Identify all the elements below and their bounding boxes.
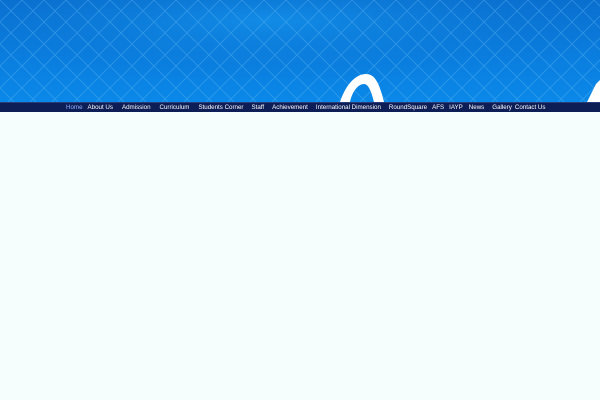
- nav-about-us[interactable]: About Us: [88, 103, 113, 113]
- nav-roundsquare[interactable]: RoundSquare: [389, 103, 427, 113]
- nav-curriculum[interactable]: Curriculum: [160, 103, 190, 113]
- page: Home About Us Admission Curriculum Stude…: [0, 0, 600, 400]
- main-navigation: Home About Us Admission Curriculum Stude…: [0, 102, 600, 112]
- nav-home[interactable]: Home: [66, 103, 83, 113]
- nav-contact-us[interactable]: Contact Us: [515, 103, 546, 113]
- nav-achievement[interactable]: Achievement: [272, 103, 308, 113]
- nav-staff[interactable]: Staff: [252, 103, 265, 113]
- nav-admission[interactable]: Admission: [122, 103, 151, 113]
- nav-afs[interactable]: AFS: [432, 103, 444, 113]
- nav-students-corner[interactable]: Students Corner: [198, 103, 243, 113]
- banner-pattern: [0, 0, 600, 102]
- nav-list: Home About Us Admission Curriculum Stude…: [66, 103, 546, 113]
- nav-international-dimension[interactable]: International Dimension: [316, 103, 381, 113]
- nav-gallery[interactable]: Gallery: [492, 103, 512, 113]
- nav-iayp[interactable]: IAYP: [449, 103, 463, 113]
- header-banner: [0, 0, 600, 102]
- nav-news[interactable]: News: [469, 103, 484, 113]
